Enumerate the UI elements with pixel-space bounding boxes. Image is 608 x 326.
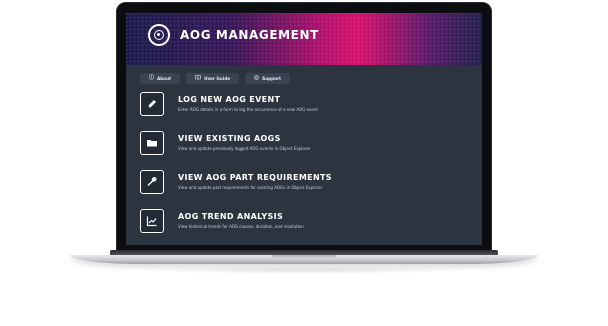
pencil-icon [140, 92, 164, 116]
action-description: View and update previously logged AOG ev… [178, 146, 311, 151]
header-banner: AOG MANAGEMENT [126, 13, 482, 65]
nav-about-button[interactable]: ⓘ About [140, 73, 181, 84]
support-icon [254, 75, 259, 82]
action-trend-analysis[interactable]: AOG TREND ANALYSIS View historical trend… [140, 209, 470, 245]
nav-label: About [157, 76, 172, 81]
app-screen: AOG MANAGEMENT ⓘ About User Guide Suppor… [126, 13, 482, 245]
action-log-new-aog[interactable]: LOG NEW AOG EVENT Enter AOG details in a… [140, 92, 470, 131]
action-description: View and update part requirements for ex… [178, 185, 323, 190]
action-title: AOG TREND ANALYSIS [178, 212, 284, 221]
chart-icon [140, 209, 164, 233]
nav-support-button[interactable]: Support [245, 73, 291, 84]
folder-icon [140, 131, 164, 155]
nav-user-guide-button[interactable]: User Guide [186, 73, 240, 84]
action-title: VIEW EXISTING AOGS [178, 134, 281, 143]
nav-bar: ⓘ About User Guide Support [140, 73, 291, 84]
info-icon: ⓘ [149, 75, 155, 81]
nav-label: User Guide [204, 76, 231, 81]
app-title: AOG MANAGEMENT [180, 28, 319, 42]
laptop-notch [272, 255, 336, 259]
action-description: Enter AOG details in a form to log the o… [178, 107, 318, 112]
action-title: VIEW AOG PART REQUIREMENTS [178, 173, 332, 182]
book-icon [195, 75, 201, 82]
laptop-shadow [140, 266, 468, 274]
action-list: LOG NEW AOG EVENT Enter AOG details in a… [140, 92, 470, 245]
target-icon [148, 24, 170, 46]
action-title: LOG NEW AOG EVENT [178, 95, 281, 104]
action-view-part-requirements[interactable]: VIEW AOG PART REQUIREMENTS View and upda… [140, 170, 470, 209]
wrench-icon [140, 170, 164, 194]
action-view-existing-aogs[interactable]: VIEW EXISTING AOGS View and update previ… [140, 131, 470, 170]
action-description: View historical trends for AOG causes, d… [178, 224, 304, 229]
nav-label: Support [262, 76, 282, 81]
